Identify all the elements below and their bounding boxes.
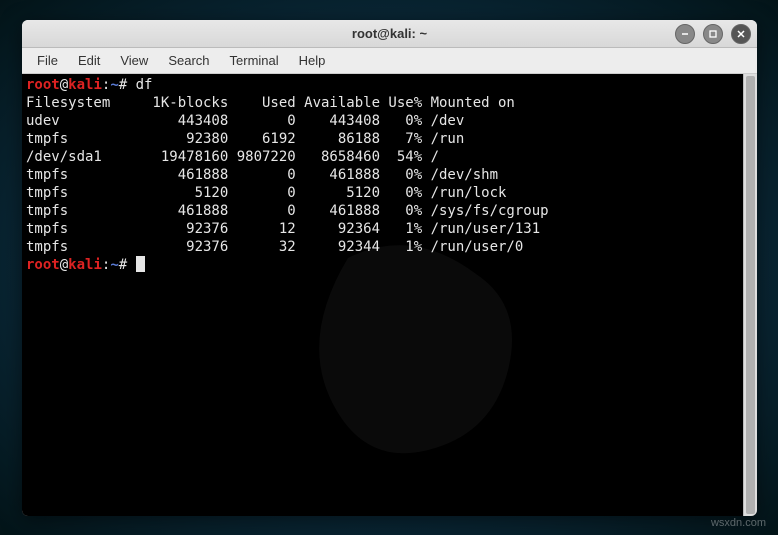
titlebar[interactable]: root@kali: ~	[22, 20, 757, 48]
window-controls	[675, 24, 751, 44]
scrollbar[interactable]	[743, 74, 757, 516]
prompt-symbol: #	[119, 257, 127, 273]
scrollbar-thumb[interactable]	[746, 76, 755, 514]
df-row: tmpfs 461888 0 461888 0% /dev/shm	[26, 166, 739, 184]
menu-search[interactable]: Search	[159, 50, 218, 71]
close-button[interactable]	[731, 24, 751, 44]
prompt-line-2: root@kali:~#	[26, 256, 739, 274]
df-header: Filesystem 1K-blocks Used Available Use%…	[26, 94, 739, 112]
menu-terminal[interactable]: Terminal	[221, 50, 288, 71]
df-row: tmpfs 92380 6192 86188 7% /run	[26, 130, 739, 148]
prompt-symbol: #	[119, 77, 127, 93]
prompt-at: @	[60, 77, 68, 93]
menu-help[interactable]: Help	[290, 50, 335, 71]
maximize-icon	[708, 29, 718, 39]
terminal-area: root@kali:~# dfFilesystem 1K-blocks Used…	[22, 74, 757, 516]
df-row: tmpfs 92376 32 92344 1% /run/user/0	[26, 238, 739, 256]
prompt-user: root	[26, 77, 60, 93]
df-row: udev 443408 0 443408 0% /dev	[26, 112, 739, 130]
prompt-path: ~	[110, 77, 118, 93]
close-icon	[736, 29, 746, 39]
window-title: root@kali: ~	[352, 26, 427, 41]
terminal-window: root@kali: ~ File Edit View Search Termi…	[22, 20, 757, 516]
menubar: File Edit View Search Terminal Help	[22, 48, 757, 74]
prompt-host: kali	[68, 257, 102, 273]
menu-view[interactable]: View	[111, 50, 157, 71]
df-row: /dev/sda1 19478160 9807220 8658460 54% /	[26, 148, 739, 166]
command-text: df	[136, 77, 153, 93]
maximize-button[interactable]	[703, 24, 723, 44]
menu-file[interactable]: File	[28, 50, 67, 71]
menu-edit[interactable]: Edit	[69, 50, 109, 71]
df-row: tmpfs 5120 0 5120 0% /run/lock	[26, 184, 739, 202]
minimize-button[interactable]	[675, 24, 695, 44]
prompt-at: @	[60, 257, 68, 273]
prompt-path: ~	[110, 257, 118, 273]
minimize-icon	[680, 29, 690, 39]
prompt-host: kali	[68, 77, 102, 93]
df-row: tmpfs 92376 12 92364 1% /run/user/131	[26, 220, 739, 238]
prompt-line-1: root@kali:~# df	[26, 76, 739, 94]
prompt-user: root	[26, 257, 60, 273]
terminal-output[interactable]: root@kali:~# dfFilesystem 1K-blocks Used…	[22, 74, 743, 516]
cursor-icon	[136, 256, 145, 272]
df-row: tmpfs 461888 0 461888 0% /sys/fs/cgroup	[26, 202, 739, 220]
watermark-text: wsxdn.com	[711, 517, 766, 529]
